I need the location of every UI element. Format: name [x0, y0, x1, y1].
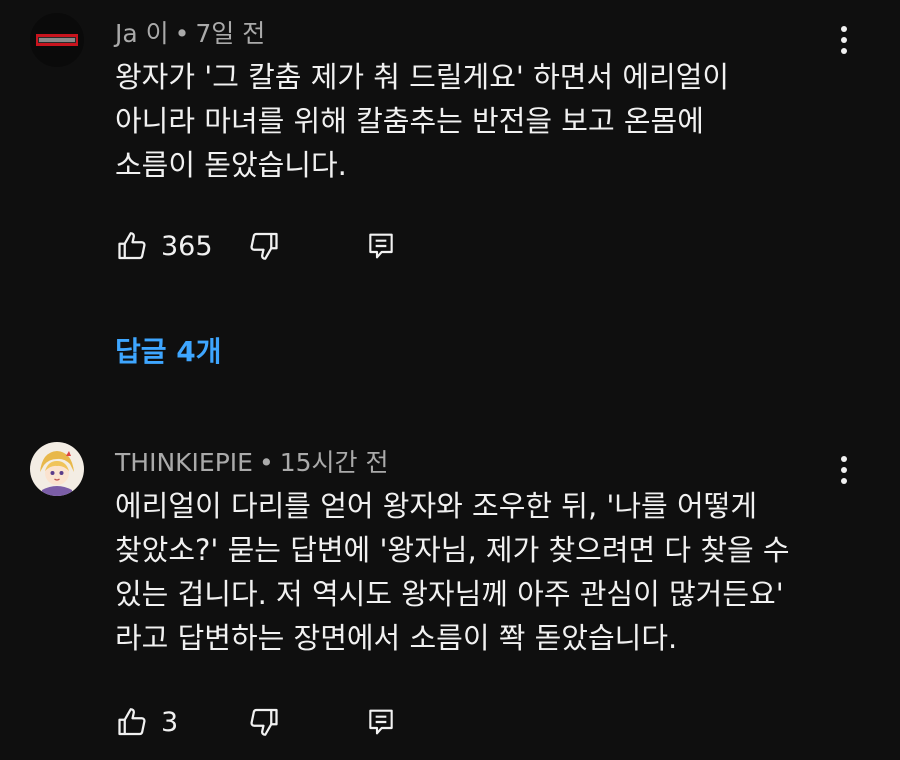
thumbs-down-icon	[250, 232, 278, 260]
comment-text: 왕자가 '그 칼춤 제가 춰 드릴게요' 하면서 에리얼이 아니라 마녀를 위해…	[115, 55, 845, 187]
comment-time[interactable]: 15시간 전	[280, 448, 389, 477]
more-options-button[interactable]	[830, 20, 858, 60]
comment-line: 있는 겁니다. 저 역시도 왕자님께 아주 관심이 많거든요'	[115, 577, 784, 611]
like-button[interactable]: 3	[115, 702, 178, 742]
thumbs-up-icon	[118, 708, 146, 736]
like-count: 3	[161, 706, 179, 738]
comment-line: 찾았소?' 묻는 답변에 '왕자님, 제가 찾으려면 다 찾을 수	[115, 533, 790, 567]
like-button[interactable]: 365	[115, 226, 213, 266]
meta-separator: •	[174, 19, 190, 48]
thumbs-down-icon	[250, 708, 278, 736]
reply-icon	[369, 709, 393, 735]
more-vertical-icon	[841, 456, 847, 462]
comment-author[interactable]: THINKIEPIE	[115, 448, 253, 477]
avatar[interactable]	[30, 442, 84, 496]
comment-line: 아니라 마녀를 위해 칼춤추는 반전을 보고 온몸에	[115, 104, 704, 138]
meta-separator: •	[258, 448, 274, 477]
view-replies-button[interactable]: 답글 4개	[115, 330, 222, 370]
comment-line: 소름이 돋았습니다.	[115, 148, 347, 182]
reply-button[interactable]	[365, 702, 397, 742]
thumbs-up-icon	[118, 232, 146, 260]
comment-line: 라고 답변하는 장면에서 소름이 쫙 돋았습니다.	[115, 621, 678, 655]
avatar[interactable]	[30, 13, 84, 67]
dislike-button[interactable]	[245, 702, 281, 742]
comment-time[interactable]: 7일 전	[195, 19, 265, 48]
like-count: 365	[161, 230, 213, 262]
comment-meta: THINKIEPIE • 15시간 전	[115, 443, 388, 479]
reply-button[interactable]	[365, 226, 397, 266]
dislike-button[interactable]	[245, 226, 281, 266]
comment-line: 왕자가 '그 칼춤 제가 춰 드릴게요' 하면서 에리얼이	[115, 60, 730, 94]
comment-text: 에리얼이 다리를 얻어 왕자와 조우한 뒤, '나를 어떻게 찾았소?' 묻는 …	[115, 484, 845, 660]
comment-actions: 3	[115, 702, 435, 742]
avatar-illustration-icon	[30, 442, 84, 496]
channel-logo-icon	[30, 13, 84, 67]
reply-icon	[369, 233, 393, 259]
comment-author[interactable]: Ja 이	[115, 19, 169, 48]
comment-actions: 365	[115, 226, 435, 266]
comment-meta: Ja 이 • 7일 전	[115, 14, 265, 50]
more-vertical-icon	[841, 26, 847, 32]
comment-line: 에리얼이 다리를 얻어 왕자와 조우한 뒤, '나를 어떻게	[115, 489, 757, 523]
